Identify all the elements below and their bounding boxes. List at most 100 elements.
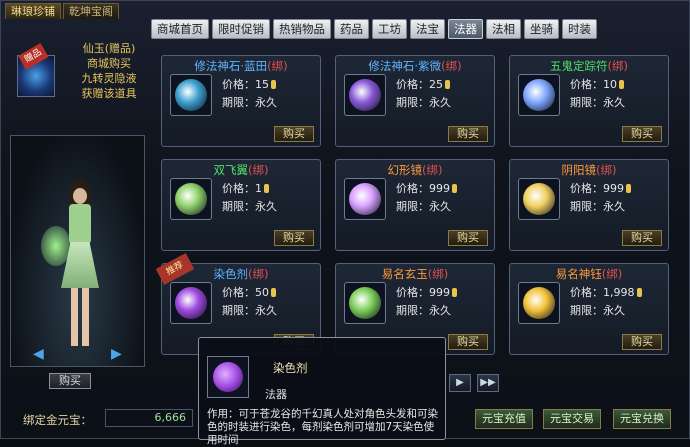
gold-coin-icon (452, 184, 457, 193)
cat-sale[interactable]: 限时促销 (212, 19, 270, 39)
bound-gold-label: 绑定金元宝： (23, 413, 92, 427)
item-expire: 期限：永久 (396, 304, 451, 317)
buy-button[interactable]: 购买 (274, 230, 314, 246)
promo-line: 九转灵隐液 (81, 72, 137, 85)
item-icon[interactable] (344, 282, 386, 324)
item-price: 价格：1 (222, 180, 269, 196)
item-icon[interactable] (518, 178, 560, 220)
cat-workshop[interactable]: 工坊 (372, 19, 407, 39)
item-card[interactable]: 易名神钰(绑) 价格：1,998 期限：永久购买 (509, 263, 669, 355)
item-card[interactable]: 幻形镜(绑) 价格：999 期限：永久购买 (335, 159, 495, 251)
item-icon[interactable] (170, 74, 212, 116)
buy-button[interactable]: 购买 (448, 334, 488, 350)
item-price: 价格：1,998 (570, 284, 642, 300)
item-expire: 期限：永久 (396, 96, 451, 109)
character-preview: ◀ ▶ (10, 135, 145, 367)
category-tabs: 商城首页 限时促销 热销物品 药品 工坊 法宝 法器 法相 坐骑 时装 (151, 19, 597, 39)
item-expire: 期限：永久 (570, 200, 625, 213)
promo-line: 仙玉(赠品) (82, 42, 136, 55)
recharge-button[interactable]: 元宝充值 (475, 409, 533, 429)
preview-buy-button[interactable]: 购买 (49, 373, 91, 389)
buy-button[interactable]: 购买 (622, 230, 662, 246)
tooltip-item-icon (207, 356, 249, 398)
gold-coin-icon (271, 80, 276, 89)
gold-coin-icon (452, 288, 457, 297)
buy-button[interactable]: 购买 (448, 126, 488, 142)
store-window: 琳琅珍铺 乾坤宝阁 商城首页 限时促销 热销物品 药品 工坊 法宝 法器 法相 … (0, 0, 690, 446)
item-price: 价格：25 (396, 76, 450, 92)
item-card[interactable]: 五鬼定踪符(绑) 价格：10 期限：永久购买 (509, 55, 669, 147)
bound-gold-value: 6,666 (105, 409, 193, 427)
item-tooltip: 染色剂 法器 作用：可于苍龙谷的千幻真人处对角色头发和可染色的时装进行染色，每剂… (198, 337, 446, 446)
tab-qiankun[interactable]: 乾坤宝阁 (63, 3, 119, 19)
item-expire: 期限：永久 (570, 96, 625, 109)
item-price: 价格：999 (396, 180, 457, 196)
item-icon[interactable] (518, 282, 560, 324)
tooltip-item-desc: 作用：可于苍龙谷的千幻真人处对角色头发和可染色的时装进行染色，每剂染色剂可增加7… (207, 408, 438, 446)
item-expire: 期限：永久 (396, 200, 451, 213)
cat-faqi[interactable]: 法器 (448, 19, 483, 39)
item-icon[interactable] (344, 178, 386, 220)
item-name: 幻形镜(绑) (387, 163, 443, 177)
item-price: 价格：50 (222, 284, 276, 300)
character-model (59, 176, 103, 356)
tooltip-item-name: 染色剂 (273, 361, 308, 375)
item-name: 修法神石·蓝田(绑) (194, 59, 288, 73)
item-price: 价格：999 (396, 284, 457, 300)
cat-fabao[interactable]: 法宝 (410, 19, 445, 39)
gold-coin-icon (636, 288, 642, 297)
next-page-button[interactable]: ▶ (449, 374, 471, 392)
gold-coin-icon (271, 288, 276, 297)
cat-fashion[interactable]: 时装 (562, 19, 597, 39)
item-name: 易名玄玉(绑) (381, 267, 449, 281)
gold-coin-icon (626, 184, 631, 193)
store-tabs: 琳琅珍铺 乾坤宝阁 (5, 3, 119, 19)
cat-medicine[interactable]: 药品 (334, 19, 369, 39)
item-expire: 期限：永久 (222, 96, 277, 109)
glow-effect (41, 226, 71, 266)
item-name: 双飞翼(绑) (213, 163, 269, 177)
promo-line: 商城购买 (87, 57, 131, 70)
item-expire: 期限：永久 (570, 304, 625, 317)
pager: ▶ ▶▶ (449, 374, 499, 392)
item-price: 价格：10 (570, 76, 624, 92)
item-name: 修法神石·紫微(绑) (368, 59, 462, 73)
item-icon[interactable] (344, 74, 386, 116)
gold-coin-icon (445, 80, 450, 89)
rotate-left-icon[interactable]: ◀ (33, 346, 44, 362)
item-card[interactable]: 修法神石·紫微(绑) 价格：25 期限：永久购买 (335, 55, 495, 147)
buy-button[interactable]: 购买 (274, 126, 314, 142)
item-name: 五鬼定踪符(绑) (550, 59, 628, 73)
item-card[interactable]: 修法神石·蓝田(绑) 价格：15 期限：永久购买 (161, 55, 321, 147)
item-name: 阴阳镜(绑) (561, 163, 617, 177)
tooltip-item-type: 法器 (265, 388, 287, 401)
promo-text: 仙玉(赠品) 商城购买 九转灵隐液 获赠该道具 (69, 41, 149, 101)
cat-home[interactable]: 商城首页 (151, 19, 209, 39)
item-price: 价格：999 (570, 180, 631, 196)
tab-linlang[interactable]: 琳琅珍铺 (5, 3, 61, 19)
jade-gift-icon[interactable]: 赠品 (17, 43, 55, 97)
promo-ribbon: 赠品 (18, 43, 49, 70)
item-icon[interactable] (518, 74, 560, 116)
item-expire: 期限：永久 (222, 304, 277, 317)
promo-panel: 赠品 仙玉(赠品) 商城购买 九转灵隐液 获赠该道具 (15, 41, 145, 111)
item-price: 价格：15 (222, 76, 276, 92)
item-icon[interactable] (170, 178, 212, 220)
rotate-right-icon[interactable]: ▶ (111, 346, 122, 362)
buy-button[interactable]: 购买 (622, 126, 662, 142)
buy-button[interactable]: 购买 (448, 230, 488, 246)
item-card[interactable]: 阴阳镜(绑) 价格：999 期限：永久购买 (509, 159, 669, 251)
cat-mount[interactable]: 坐骑 (524, 19, 559, 39)
cat-hot[interactable]: 热销物品 (273, 19, 331, 39)
buy-button[interactable]: 购买 (622, 334, 662, 350)
trade-button[interactable]: 元宝交易 (543, 409, 601, 429)
item-expire: 期限：永久 (222, 200, 277, 213)
promo-line: 获赠该道具 (81, 87, 137, 100)
cat-faxiang[interactable]: 法相 (486, 19, 521, 39)
item-name: 易名神钰(绑) (555, 267, 623, 281)
item-card[interactable]: 双飞翼(绑) 价格：1 期限：永久购买 (161, 159, 321, 251)
exchange-button[interactable]: 元宝兑换 (613, 409, 671, 429)
gold-coin-icon (619, 80, 624, 89)
last-page-button[interactable]: ▶▶ (477, 374, 499, 392)
item-icon[interactable] (170, 282, 212, 324)
